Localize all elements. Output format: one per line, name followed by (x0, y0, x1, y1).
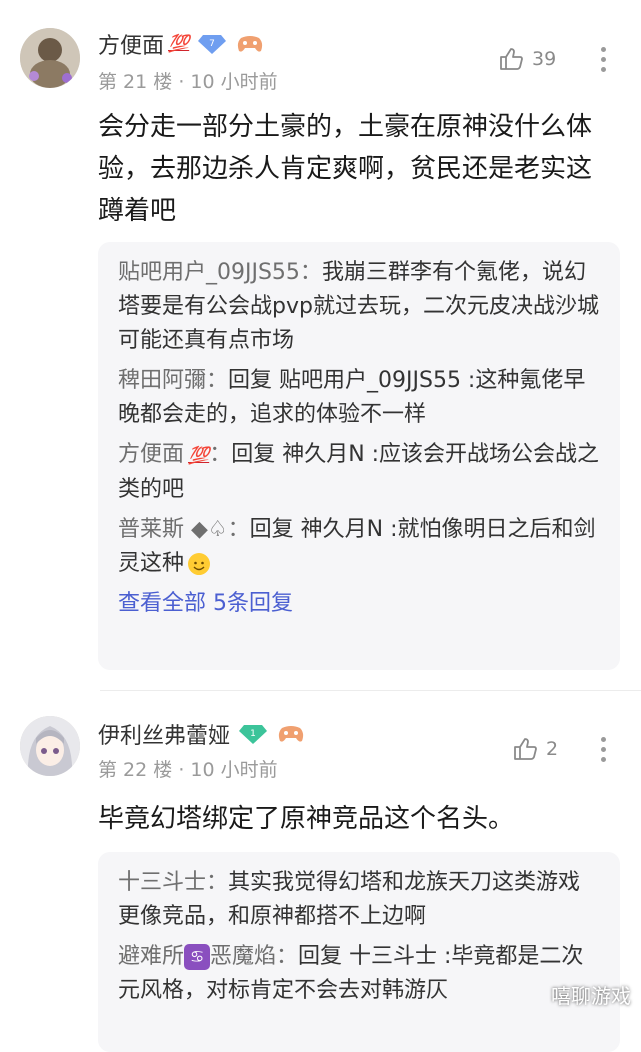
smile-emoji-icon (188, 553, 211, 575)
reply-author-colon: ： (209, 442, 232, 467)
post-time: 10 小时前 (190, 759, 278, 781)
reply-item[interactable]: 方便面 💯：回复 神久月N :应该会开战场公会战之类的吧 (118, 438, 600, 507)
comment-content: 会分走一部分土豪的，土豪在原神没什么体验，去那边杀人肯定爽啊，贫民还是老实这蹲着… (98, 112, 593, 226)
thumbs-up-icon (514, 738, 537, 760)
reply-author[interactable]: 十三斗士： (118, 870, 228, 895)
divider (100, 690, 641, 691)
reply-item[interactable]: 普莱斯 ◆♤：回复 神久月N :就怕像明日之后和剑灵这种 (118, 513, 600, 581)
reply-author-prefix[interactable]: 避难所 (118, 944, 184, 969)
username-text[interactable]: 伊利丝弗蕾娅 (98, 718, 230, 750)
like-count: 39 (532, 48, 557, 70)
floor-meta: 第 21 楼 · 10 小时前 (98, 67, 278, 94)
level-number: 7 (209, 39, 215, 49)
username[interactable]: 方便面 💯 7 (98, 28, 265, 60)
meta-dot: · (178, 759, 191, 781)
diamond-level-badge-icon: 7 (197, 33, 227, 55)
reply-author[interactable]: 稗田阿彌： (118, 368, 228, 393)
avatar[interactable] (20, 28, 80, 88)
thumbs-up-icon (500, 48, 523, 70)
view-all-replies-link[interactable]: 查看全部 5条回复 (118, 587, 600, 621)
reply-box[interactable]: 十三斗士：其实我觉得幻塔和龙族天刀这类游戏更像竞品，和原神都搭不上边啊 避难所 ♋… (98, 852, 620, 1052)
meta-dot: · (178, 71, 191, 93)
comment-content: 毕竟幻塔绑定了原神竞品这个名头。 (98, 804, 515, 834)
hundred-emoji-icon: 💯 (188, 446, 210, 466)
username[interactable]: 伊利丝弗蕾娅 1 (98, 718, 306, 750)
gamepad-icon (235, 33, 265, 55)
more-options-icon[interactable] (600, 737, 606, 762)
level-number: 1 (250, 729, 256, 739)
reply-item[interactable]: 避难所 ♋ 恶魔焰：回复 十三斗士 :毕竟都是二次元风格，对标肯定不会去对韩游仄 (118, 940, 600, 1008)
avatar[interactable] (20, 716, 80, 776)
reply-author[interactable]: 方便面 (118, 442, 184, 467)
username-text[interactable]: 方便面 (98, 28, 164, 60)
like-count: 2 (546, 738, 559, 760)
like-button[interactable]: 2 (512, 736, 558, 762)
reply-box[interactable]: 贴吧用户_09JJS55：我崩三群李有个氪佬，说幻塔要是有公会战pvp就过去玩，… (98, 242, 620, 670)
reply-author[interactable]: 恶魔焰： (210, 944, 298, 969)
floor-number: 第 21 楼 (98, 71, 173, 93)
watermark: 嘻聊游戏 (551, 984, 631, 1008)
reply-author[interactable]: 普莱斯 ◆♤： (118, 517, 250, 542)
diamond-level-badge-icon: 1 (238, 723, 268, 745)
floor-number: 第 22 楼 (98, 759, 173, 781)
post-time: 10 小时前 (190, 71, 278, 93)
hundred-emoji-icon: 💯 (168, 34, 190, 54)
reply-author[interactable]: 贴吧用户_09JJS55： (118, 260, 322, 285)
floor-meta: 第 22 楼 · 10 小时前 (98, 755, 278, 782)
cancer-zodiac-icon: ♋ (184, 944, 211, 970)
reply-item[interactable]: 十三斗士：其实我觉得幻塔和龙族天刀这类游戏更像竞品，和原神都搭不上边啊 (118, 866, 600, 934)
gamepad-icon (276, 723, 306, 745)
reply-item[interactable]: 贴吧用户_09JJS55：我崩三群李有个氪佬，说幻塔要是有公会战pvp就过去玩，… (118, 256, 600, 358)
more-options-icon[interactable] (600, 47, 606, 72)
like-button[interactable]: 39 (498, 46, 556, 72)
reply-item[interactable]: 稗田阿彌：回复 贴吧用户_09JJS55 :这种氪佬早晚都会走的，追求的体验不一… (118, 364, 600, 432)
